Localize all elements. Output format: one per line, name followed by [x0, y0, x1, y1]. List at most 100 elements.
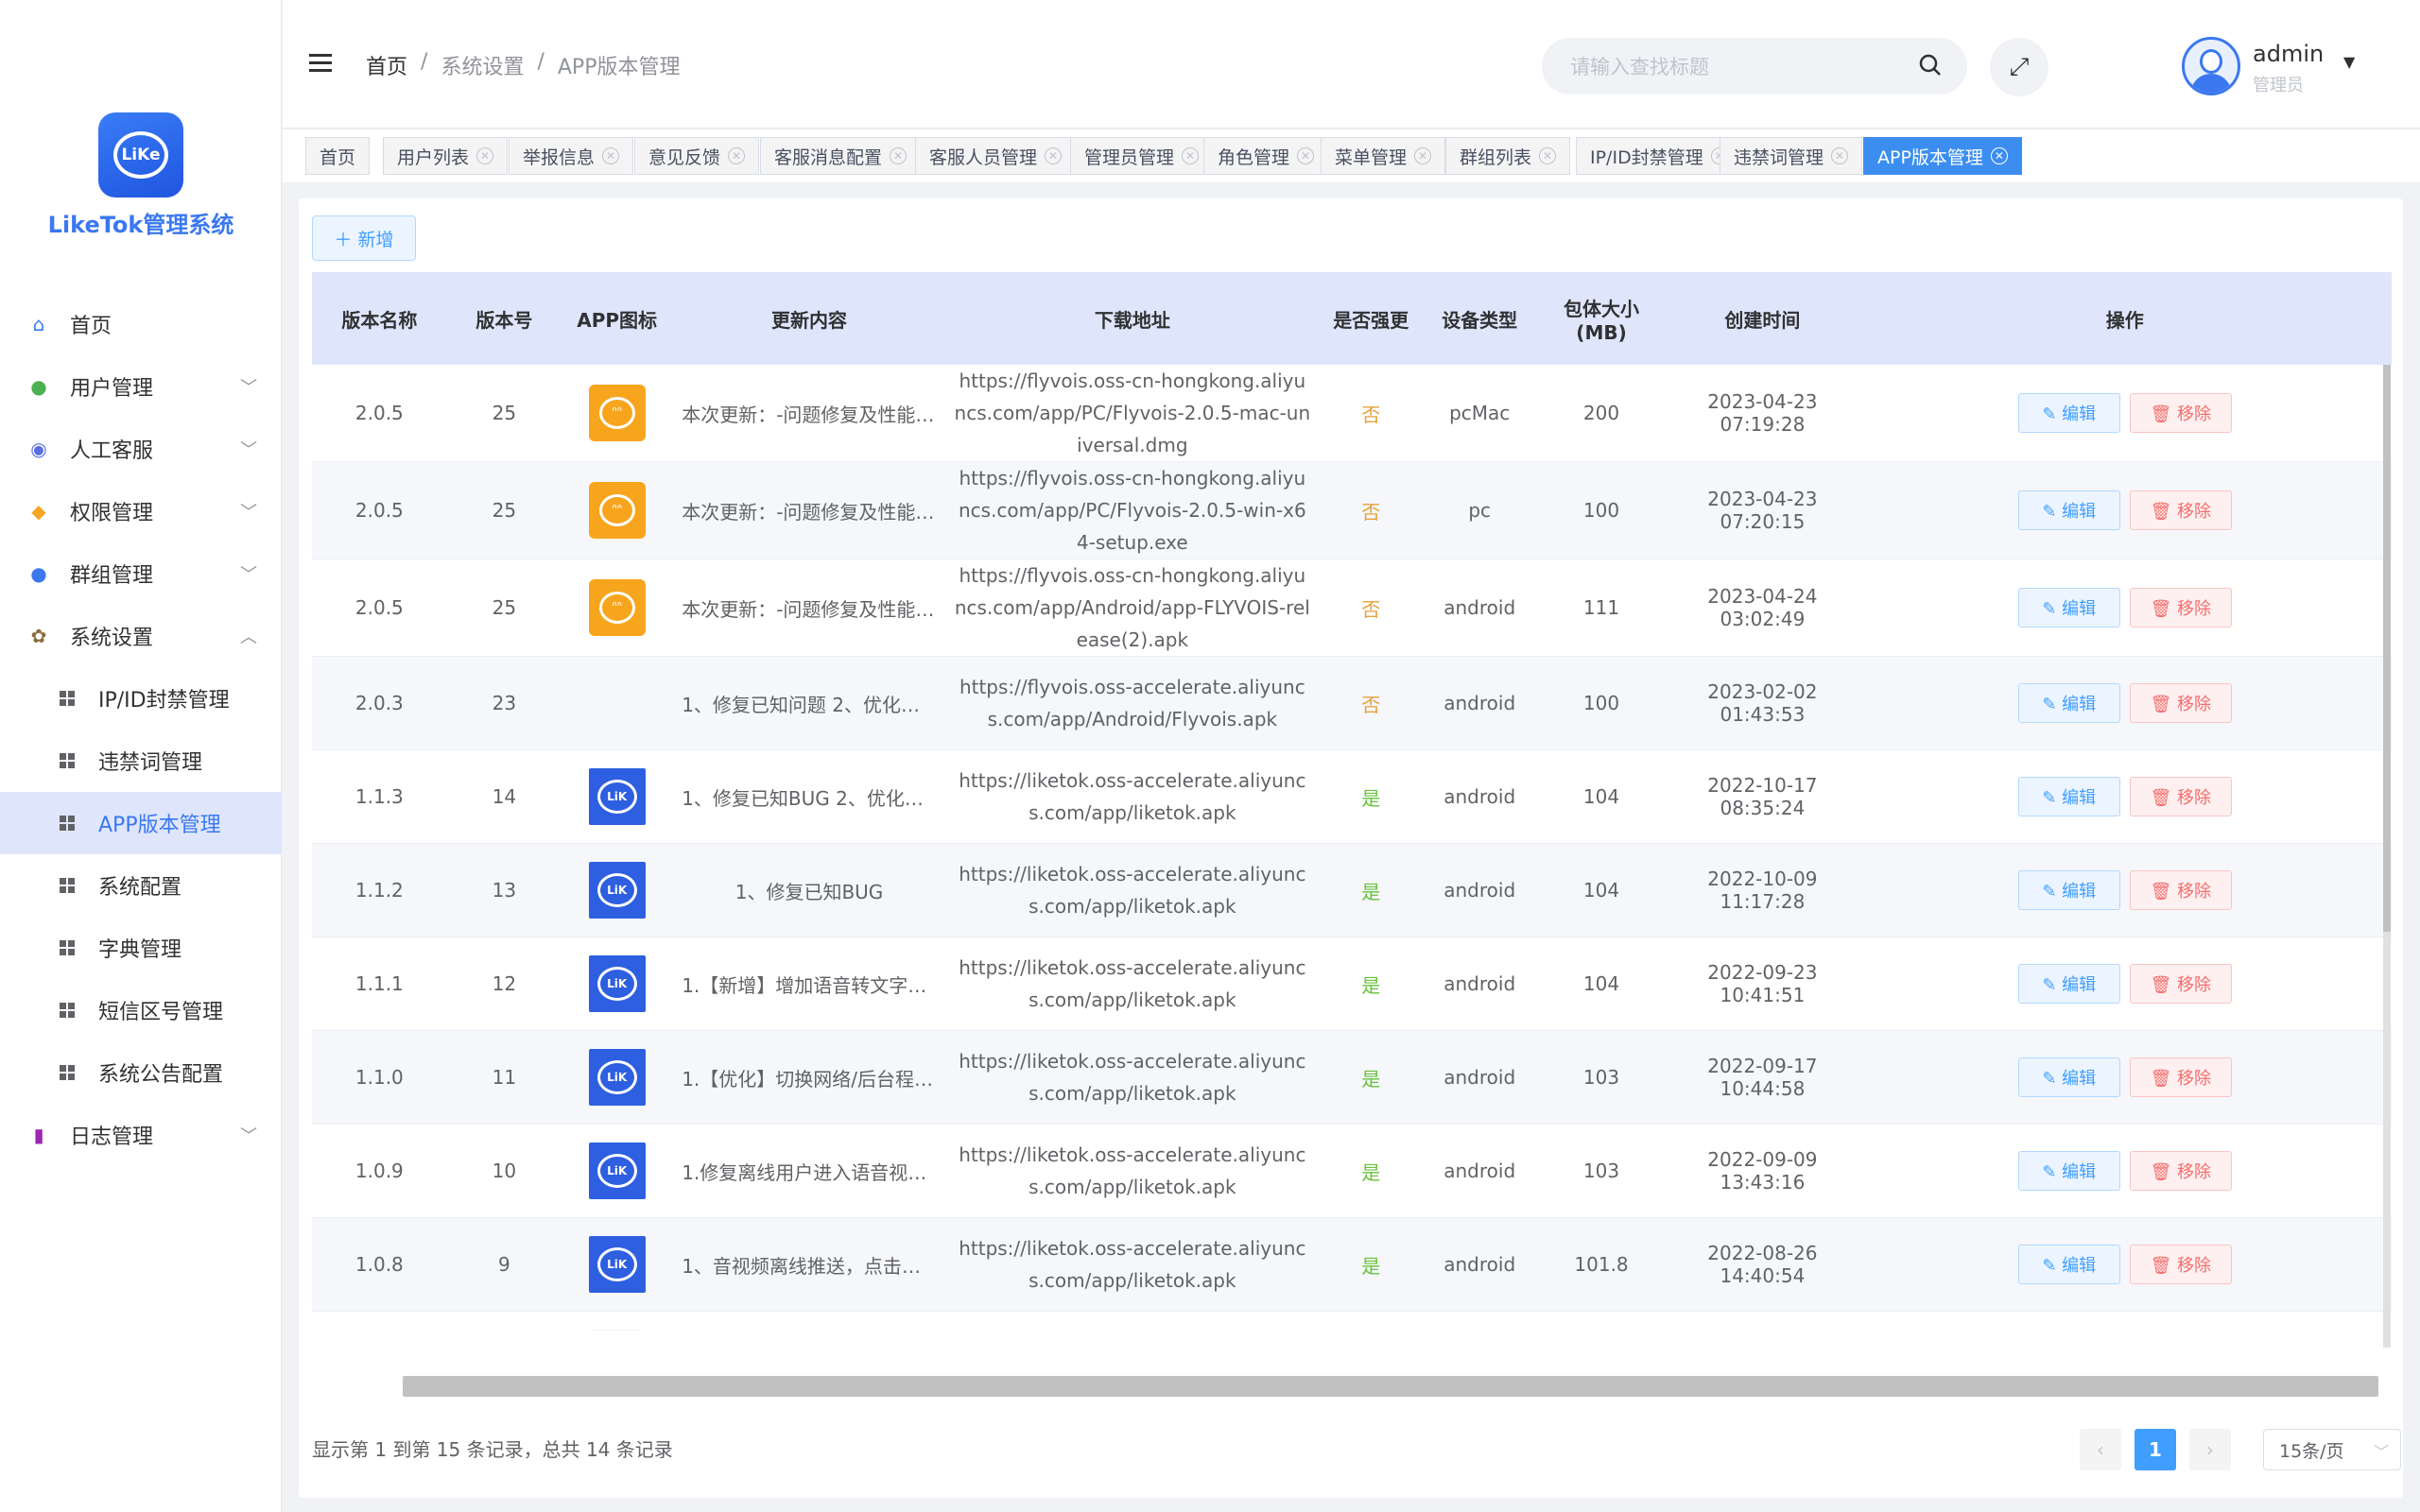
edit-button[interactable]: ✎ 编辑 — [2017, 964, 2120, 1004]
user-name[interactable]: admin — [2253, 41, 2324, 67]
edit-button[interactable]: ✎ 编辑 — [2017, 1245, 2120, 1284]
actions-cell: ✎ 编辑🗑 移除 — [1858, 656, 2392, 750]
sidebar-item[interactable]: ◉ 人工客服 ﹀ — [0, 418, 282, 480]
add-button[interactable]: ＋ 新增 — [312, 215, 416, 261]
caret-down-icon[interactable]: ▼ — [2343, 53, 2355, 71]
breadcrumb-home[interactable]: 首页 — [366, 50, 407, 80]
page-number-button[interactable]: 1 — [2135, 1429, 2176, 1470]
download-url-cell: https://liketok.oss-accelerate.aliyuncs.… — [945, 1217, 1319, 1312]
search-input[interactable]: 请输入查找标题 — [1542, 38, 1967, 94]
delete-button[interactable]: 🗑 移除 — [2129, 393, 2232, 433]
force-update-cell: 是 — [1318, 936, 1424, 1031]
delete-button[interactable]: 🗑 移除 — [2129, 777, 2232, 816]
tab-label: APP版本管理 — [1877, 146, 1983, 168]
version-name-cell: 1.0.7 — [312, 1311, 447, 1331]
prev-page-button[interactable]: ‹ — [2080, 1429, 2121, 1470]
update-content-cell: 1、音视频离线推送，点击首页弹出接听弹窗 — [672, 1217, 946, 1312]
sidebar-item[interactable]: ✿ 系统设置 ︿ — [0, 605, 282, 667]
edit-button[interactable]: ✎ 编辑 — [2017, 490, 2120, 530]
delete-button[interactable]: 🗑 移除 — [2129, 588, 2232, 627]
tab-0[interactable]: 首页 — [305, 137, 371, 175]
tab-1[interactable]: 用户列表 ✕ — [383, 137, 509, 175]
edit-button[interactable]: ✎ 编辑 — [2017, 683, 2120, 723]
sidebar-item[interactable]: APP版本管理 — [0, 792, 282, 854]
breadcrumb-system-settings[interactable]: 系统设置 — [441, 50, 524, 80]
close-icon[interactable]: ✕ — [1182, 147, 1200, 164]
sidebar-item[interactable]: ● 群组管理 ﹀ — [0, 542, 282, 605]
sidebar-item[interactable]: ● 用户管理 ﹀ — [0, 355, 282, 418]
sidebar-item[interactable]: 短信区号管理 — [0, 979, 282, 1041]
tab-10[interactable]: IP/ID封禁管理✕ — [1576, 137, 1742, 175]
force-update-cell: 否 — [1318, 656, 1424, 750]
close-icon[interactable]: ✕ — [1045, 147, 1063, 164]
log-icon: ▮ — [33, 1124, 44, 1146]
top-header: 首页 / 系统设置 / APP版本管理 请输入查找标题 ⤢ admin 管理员 … — [283, 0, 2420, 129]
edit-button[interactable]: ✎ 编辑 — [2017, 1151, 2120, 1191]
next-page-button[interactable]: › — [2189, 1429, 2231, 1470]
sidebar-item[interactable]: 系统配置 — [0, 854, 282, 917]
actions-cell: ✎ 编辑🗑 移除 — [1858, 843, 2392, 937]
tab-2[interactable]: 举报信息 ✕ — [509, 137, 634, 175]
edit-button[interactable]: ✎ 编辑 — [2017, 777, 2120, 816]
sidebar-item[interactable]: ◆ 权限管理 ﹀ — [0, 480, 282, 542]
close-icon[interactable]: ✕ — [1831, 147, 1849, 164]
column-header: 操作 — [1858, 272, 2392, 365]
delete-button[interactable]: 🗑 移除 — [2129, 964, 2232, 1004]
close-icon[interactable]: ✕ — [890, 147, 908, 164]
tab-6[interactable]: 管理员管理 ✕ — [1070, 137, 1214, 175]
version-table-wrap: 版本名称 版本号 APP图标 更新内容 下载地址 是否强更 设备类型 包体大小 (MB) 创建时… — [312, 272, 2392, 1331]
actions-cell: ✎ 编辑🗑 移除 — [1858, 1311, 2392, 1331]
delete-button[interactable]: 🗑 移除 — [2129, 1057, 2232, 1097]
avatar[interactable] — [2182, 37, 2240, 95]
search-icon[interactable] — [1918, 53, 1943, 77]
liketok-app-icon: LiK — [588, 955, 646, 1012]
close-icon[interactable]: ✕ — [1297, 147, 1315, 164]
column-header: 是否强更 — [1318, 272, 1424, 365]
download-url-cell: https://flyvois.oss-accelerate.aliyuncs.… — [945, 656, 1319, 750]
sidebar-item[interactable]: ▮ 日志管理 ﹀ — [0, 1104, 282, 1166]
horizontal-scrollbar[interactable] — [403, 1376, 2378, 1397]
version-code-cell: 12 — [446, 936, 562, 1031]
hamburger-menu-icon[interactable] — [309, 54, 332, 73]
edit-button[interactable]: ✎ 编辑 — [2017, 1057, 2120, 1097]
delete-button[interactable]: 🗑 移除 — [2129, 870, 2232, 910]
created-time-cell: 2022-09-09 13:43:16 — [1667, 1124, 1858, 1218]
close-icon[interactable]: ✕ — [728, 147, 746, 164]
close-icon[interactable]: ✕ — [476, 147, 494, 164]
sidebar-item[interactable]: 违禁词管理 — [0, 730, 282, 792]
delete-button[interactable]: 🗑 移除 — [2129, 1151, 2232, 1191]
tab-5[interactable]: 客服人员管理 ✕ — [915, 137, 1077, 175]
fullscreen-icon[interactable]: ⤢ — [1990, 38, 2048, 96]
delete-button[interactable]: 🗑 移除 — [2129, 490, 2232, 530]
edit-button[interactable]: ✎ 编辑 — [2017, 393, 2120, 433]
table-row: 1.1.2 13 LiK 1、修复已知BUG https://liketok.oss-a… — [312, 843, 2392, 937]
download-url-cell: https://flyvois.oss-cn-hongkong.aliyuncs… — [945, 365, 1319, 462]
edit-button[interactable]: ✎ 编辑 — [2017, 870, 2120, 910]
tab-7[interactable]: 角色管理 ✕ — [1203, 137, 1329, 175]
tab-label: IP/ID封禁管理 — [1590, 146, 1703, 168]
delete-button[interactable]: 🗑 移除 — [2129, 1245, 2232, 1284]
page-size-select[interactable]: 15条/页 ﹀ — [2263, 1429, 2401, 1470]
tab-9[interactable]: 群组列表 ✕ — [1445, 137, 1571, 175]
tab-12[interactable]: APP版本管理 ✕ — [1863, 137, 2022, 175]
close-icon[interactable]: ✕ — [602, 147, 620, 164]
close-icon[interactable]: ✕ — [1990, 147, 2008, 164]
vertical-scrollbar[interactable] — [2383, 365, 2391, 1348]
close-icon[interactable]: ✕ — [1414, 147, 1432, 164]
edit-button[interactable]: ✎ 编辑 — [2017, 588, 2120, 627]
version-code-cell: 8 — [446, 1311, 562, 1331]
tab-4[interactable]: 客服消息配置 ✕ — [760, 137, 922, 175]
permission-icon: ◆ — [31, 500, 46, 523]
sidebar-item[interactable]: 系统公告配置 — [0, 1041, 282, 1104]
user-icon: ● — [30, 375, 47, 398]
close-icon[interactable]: ✕ — [1539, 147, 1557, 164]
grid-icon — [57, 937, 78, 958]
tab-11[interactable]: 违禁词管理 ✕ — [1720, 137, 1863, 175]
delete-button[interactable]: 🗑 移除 — [2129, 683, 2232, 723]
chevron-down-icon: ﹀ — [240, 1126, 257, 1146]
tab-3[interactable]: 意见反馈 ✕ — [634, 137, 760, 175]
sidebar-item[interactable]: IP/ID封禁管理 — [0, 667, 282, 730]
sidebar-item[interactable]: 字典管理 — [0, 917, 282, 979]
sidebar-item[interactable]: ⌂ 首页 — [0, 293, 282, 355]
tab-8[interactable]: 菜单管理 ✕ — [1321, 137, 1446, 175]
